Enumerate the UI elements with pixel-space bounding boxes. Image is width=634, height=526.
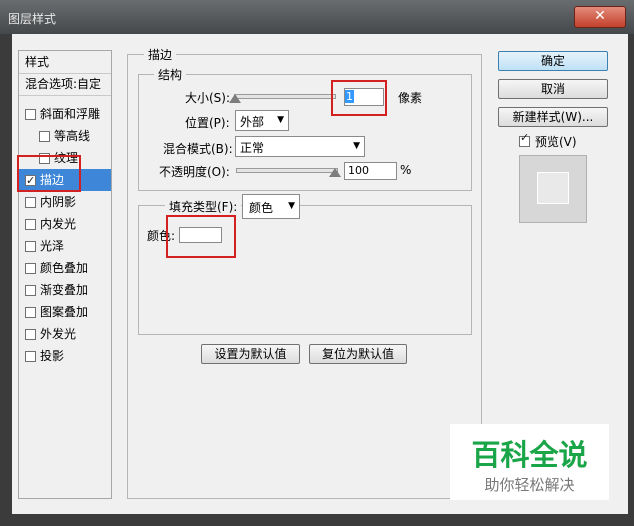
opacity-slider[interactable] xyxy=(236,168,338,173)
style-item-label: 图案叠加 xyxy=(40,305,89,319)
style-item-label: 内发光 xyxy=(40,217,77,231)
opacity-input[interactable]: 100 xyxy=(344,162,397,180)
reset-default-button[interactable]: 复位为默认值 xyxy=(309,344,407,364)
style-item[interactable]: 光泽 xyxy=(19,235,111,257)
blend-options-item[interactable]: 混合选项:自定 xyxy=(19,73,111,96)
opacity-unit: % xyxy=(400,163,412,177)
styles-list: 样式 混合选项:自定 斜面和浮雕等高线纹理描边内阴影内发光光泽颜色叠加渐变叠加图… xyxy=(18,50,112,499)
style-preview xyxy=(519,155,587,223)
position-label: 位置(P): xyxy=(185,116,230,130)
watermark-brand: 百科全说 xyxy=(471,438,588,472)
fill-type-select[interactable]: 颜色 ▼ xyxy=(242,194,300,219)
size-unit: 像素 xyxy=(398,91,423,105)
position-value: 外部 xyxy=(240,115,265,129)
cancel-button[interactable]: 取消 xyxy=(498,79,608,99)
set-default-button[interactable]: 设置为默认值 xyxy=(201,344,300,364)
style-item-label: 投影 xyxy=(40,349,65,363)
preview-swatch xyxy=(537,172,569,204)
size-label: 大小(S): xyxy=(185,91,231,105)
blend-mode-label: 混合模式(B): xyxy=(163,142,233,156)
chevron-down-icon: ▼ xyxy=(353,141,360,151)
size-slider[interactable] xyxy=(234,94,336,99)
fill-type-label: 填充类型(F): xyxy=(165,198,242,215)
opacity-slider-thumb[interactable] xyxy=(329,168,341,177)
size-slider-thumb[interactable] xyxy=(229,94,241,103)
fill-type-value: 颜色 xyxy=(249,201,274,215)
position-select[interactable]: 外部 ▼ xyxy=(235,110,289,131)
chevron-down-icon: ▼ xyxy=(288,201,295,211)
style-checkbox[interactable] xyxy=(25,351,36,362)
style-checkbox[interactable] xyxy=(25,329,36,340)
styles-header: 样式 xyxy=(19,51,111,74)
style-checkbox[interactable] xyxy=(25,307,36,318)
style-checkbox[interactable] xyxy=(25,109,36,120)
style-item-label: 外发光 xyxy=(40,327,77,341)
style-item[interactable]: 投影 xyxy=(19,345,111,367)
style-item-label: 等高线 xyxy=(54,129,91,143)
style-checkbox[interactable] xyxy=(25,285,36,296)
style-checkbox[interactable] xyxy=(25,197,36,208)
close-button[interactable]: ✕ xyxy=(574,6,626,28)
blend-mode-select[interactable]: 正常 ▼ xyxy=(235,136,365,157)
watermark: 百科全说 助你轻松解决 xyxy=(450,424,609,500)
style-item[interactable]: 斜面和浮雕 xyxy=(19,103,111,125)
structure-title: 结构 xyxy=(154,66,187,83)
style-item[interactable]: 等高线 xyxy=(19,125,111,147)
preview-checkbox[interactable] xyxy=(519,131,530,147)
blend-mode-value: 正常 xyxy=(240,141,265,155)
style-item[interactable]: 内阴影 xyxy=(19,191,111,213)
style-item-label: 光泽 xyxy=(40,239,65,253)
new-style-button[interactable]: 新建样式(W)... xyxy=(498,107,608,127)
style-item[interactable]: 外发光 xyxy=(19,323,111,345)
ok-button[interactable]: 确定 xyxy=(498,51,608,71)
annotation-highlight xyxy=(17,155,81,192)
style-item[interactable]: 图案叠加 xyxy=(19,301,111,323)
chevron-down-icon: ▼ xyxy=(277,115,284,125)
window-title: 图层样式 xyxy=(8,12,57,26)
watermark-subtitle: 助你轻松解决 xyxy=(484,476,575,494)
preview-label: 预览(V) xyxy=(535,135,577,149)
title-bar xyxy=(0,0,634,34)
style-checkbox[interactable] xyxy=(25,263,36,274)
opacity-label: 不透明度(O): xyxy=(159,165,230,179)
style-item-label: 内阴影 xyxy=(40,195,77,209)
style-item-label: 斜面和浮雕 xyxy=(40,107,101,121)
style-item[interactable]: 颜色叠加 xyxy=(19,257,111,279)
style-checkbox[interactable] xyxy=(25,219,36,230)
opacity-value: 100 xyxy=(348,164,369,177)
stroke-title: 描边 xyxy=(144,46,177,63)
style-item-label: 渐变叠加 xyxy=(40,283,89,297)
annotation-highlight xyxy=(166,215,236,258)
style-item[interactable]: 渐变叠加 xyxy=(19,279,111,301)
annotation-highlight xyxy=(331,80,387,116)
style-checkbox[interactable] xyxy=(39,131,50,142)
style-item[interactable]: 内发光 xyxy=(19,213,111,235)
style-checkbox[interactable] xyxy=(25,241,36,252)
close-icon: ✕ xyxy=(594,8,606,24)
style-item-label: 颜色叠加 xyxy=(40,261,89,275)
